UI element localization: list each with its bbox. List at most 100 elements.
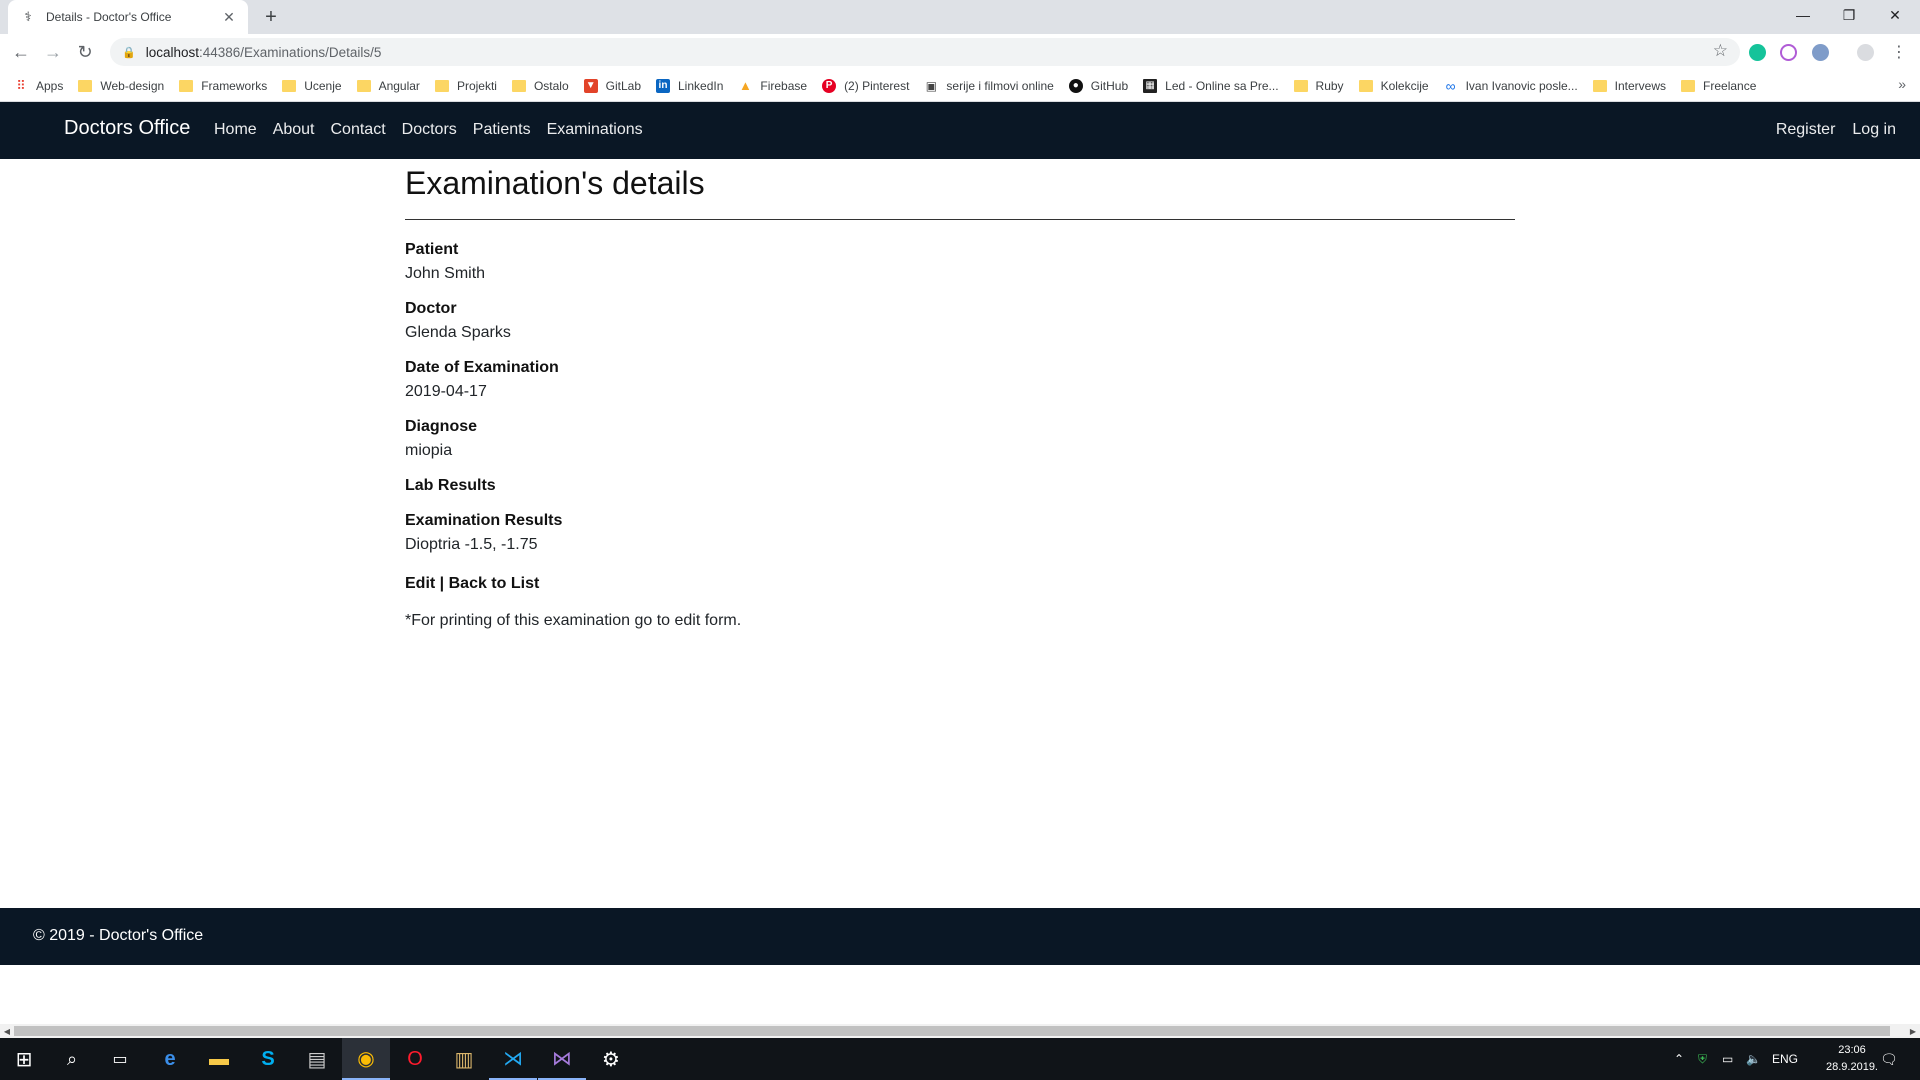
app-icon[interactable]: ▤: [293, 1038, 341, 1080]
action-separator: |: [439, 575, 445, 592]
bookmark-star-icon[interactable]: ☆: [1713, 41, 1728, 61]
profile-avatar-icon[interactable]: [1857, 44, 1874, 61]
detail-diagnose: Diagnose miopia: [405, 416, 1515, 462]
minimize-icon[interactable]: —: [1780, 0, 1826, 30]
forward-arrow-icon[interactable]: →: [40, 40, 66, 64]
url-host: localhost: [145, 44, 199, 60]
page-title: Examination's details: [405, 165, 705, 201]
tray-chevron-icon[interactable]: ⌃: [1674, 1038, 1684, 1080]
reload-icon[interactable]: ↻: [72, 40, 98, 64]
edge-icon[interactable]: e: [146, 1038, 194, 1080]
extension-icon[interactable]: [1812, 44, 1829, 61]
bookmark-folder[interactable]: Ostalo: [511, 79, 569, 93]
bookmark-series[interactable]: ▣ serije i filmovi online: [924, 78, 1054, 93]
file-explorer-icon[interactable]: ▬: [195, 1038, 243, 1080]
window-close-icon[interactable]: ✕: [1872, 0, 1918, 30]
edit-link[interactable]: Edit: [405, 575, 435, 592]
back-arrow-icon[interactable]: ←: [8, 40, 34, 64]
tab-title: Details - Doctor's Office: [46, 10, 172, 24]
bookmark-gitlab[interactable]: ▼ GitLab: [583, 78, 641, 93]
network-icon[interactable]: ▭: [1722, 1038, 1733, 1080]
nav-link-patients[interactable]: Patients: [473, 121, 531, 139]
restore-icon[interactable]: ❐: [1826, 0, 1872, 30]
menu-kebab-icon[interactable]: ⋮: [1886, 40, 1912, 64]
bookmark-folder[interactable]: Ruby: [1293, 79, 1344, 93]
nav-link-contact[interactable]: Contact: [331, 121, 386, 139]
skype-icon[interactable]: S: [244, 1038, 292, 1080]
nav-link-examinations[interactable]: Examinations: [547, 121, 643, 139]
scroll-left-icon[interactable]: ◀: [0, 1024, 14, 1038]
detail-lab-results: Lab Results: [405, 475, 1515, 497]
bookmark-ivan[interactable]: ∞ Ivan Ivanovic posle...: [1444, 78, 1578, 94]
navbar-brand[interactable]: Doctors Office: [64, 117, 190, 140]
browser-tab-strip: ⚕ Details - Doctor's Office ✕ + — ❐ ✕: [0, 0, 1920, 34]
shield-icon[interactable]: ⛨: [1698, 1038, 1707, 1080]
folder-icon: [1592, 79, 1607, 92]
windows-start-icon[interactable]: ⊞: [0, 1038, 48, 1080]
browser-tab[interactable]: ⚕ Details - Doctor's Office ✕: [8, 0, 248, 34]
bookmarks-bar: ⠿ Apps Web-design Frameworks Ucenje Angul…: [0, 70, 1920, 102]
folder-icon: [434, 79, 449, 92]
vscode-icon[interactable]: ⋊: [489, 1038, 537, 1080]
detail-doctor: Doctor Glenda Sparks: [405, 298, 1515, 344]
system-clock[interactable]: 23:06 28.9.2019.: [1826, 1042, 1878, 1076]
bookmark-folder[interactable]: Web-design: [78, 79, 164, 93]
bookmark-folder[interactable]: Kolekcije: [1358, 79, 1429, 93]
back-to-list-link[interactable]: Back to List: [449, 575, 540, 592]
folder-icon: [1358, 79, 1373, 92]
nav-link-doctors[interactable]: Doctors: [402, 121, 457, 139]
app-icon[interactable]: ▥: [440, 1038, 488, 1080]
detail-label: Patient: [405, 241, 459, 258]
settings-gear-icon[interactable]: ⚙: [587, 1038, 635, 1080]
nav-link-home[interactable]: Home: [214, 121, 257, 139]
language-indicator[interactable]: ENG: [1772, 1038, 1798, 1080]
new-tab-button[interactable]: +: [258, 4, 284, 30]
extension-icon[interactable]: [1780, 44, 1797, 61]
bookmark-folder[interactable]: Freelance: [1681, 79, 1756, 93]
doctor-favicon-icon: ⚕: [24, 9, 32, 24]
task-view-icon[interactable]: ▭: [96, 1038, 144, 1080]
bookmark-linkedin[interactable]: in LinkedIn: [656, 78, 723, 93]
register-link[interactable]: Register: [1776, 121, 1836, 139]
folder-icon: [282, 79, 297, 92]
visual-studio-icon[interactable]: ⋈: [538, 1038, 586, 1080]
bookmarks-overflow-icon[interactable]: »: [1898, 76, 1906, 92]
bookmark-github[interactable]: ● GitHub: [1068, 78, 1128, 93]
horizontal-scrollbar[interactable]: ◀ ▶: [0, 1024, 1920, 1038]
notifications-icon[interactable]: 🗨: [1880, 1038, 1898, 1080]
bookmark-folder[interactable]: Ucenje: [282, 79, 342, 93]
nav-link-about[interactable]: About: [273, 121, 315, 139]
bookmark-folder[interactable]: Frameworks: [179, 79, 267, 93]
address-bar[interactable]: 🔒 localhost:44386/Examinations/Details/5…: [110, 38, 1740, 66]
divider: [405, 219, 1515, 220]
bookmark-pinterest[interactable]: P (2) Pinterest: [822, 78, 909, 93]
firebase-icon: ▲: [738, 78, 752, 93]
bookmark-folder[interactable]: Projekti: [434, 79, 497, 93]
pinterest-icon: P: [822, 78, 837, 93]
login-link[interactable]: Log in: [1852, 121, 1896, 139]
opera-icon[interactable]: O: [391, 1038, 439, 1080]
windows-taskbar: ⊞ ⌕ ▭ e ▬ S ▤ ◉ O ▥ ⋊ ⋈ ⚙ ⌃ ⛨ ▭ 🔈 ENG 23…: [0, 1038, 1920, 1080]
volume-icon[interactable]: 🔈: [1746, 1038, 1761, 1080]
url-path: :44386/Examinations/Details/5: [199, 44, 382, 60]
detail-label: Examination Results: [405, 512, 563, 529]
close-icon[interactable]: ✕: [220, 9, 238, 26]
scrollbar-thumb[interactable]: [14, 1026, 1890, 1036]
bookmark-apps[interactable]: ⠿ Apps: [14, 77, 63, 93]
detail-value: Glenda Sparks: [405, 324, 511, 341]
detail-examination-results: Examination Results Dioptria -1.5, -1.75: [405, 510, 1515, 556]
detail-label: Diagnose: [405, 418, 478, 435]
bookmark-firebase[interactable]: ▲ Firebase: [738, 78, 807, 93]
tv-icon: ▣: [925, 78, 938, 93]
apps-grid-icon: ⠿: [16, 77, 26, 93]
bookmark-folder[interactable]: Intervews: [1592, 79, 1666, 93]
github-icon: ●: [1068, 78, 1083, 93]
bookmark-folder[interactable]: Angular: [356, 79, 420, 93]
search-icon[interactable]: ⌕: [48, 1038, 96, 1080]
folder-icon: [78, 79, 93, 92]
scroll-right-icon[interactable]: ▶: [1906, 1024, 1920, 1038]
chrome-icon[interactable]: ◉: [342, 1038, 390, 1080]
browser-toolbar: ← → ↻ 🔒 localhost:44386/Examinations/Det…: [0, 34, 1920, 70]
grammarly-extension-icon[interactable]: [1749, 44, 1766, 61]
bookmark-led[interactable]: ▦ Led - Online sa Pre...: [1143, 78, 1279, 93]
